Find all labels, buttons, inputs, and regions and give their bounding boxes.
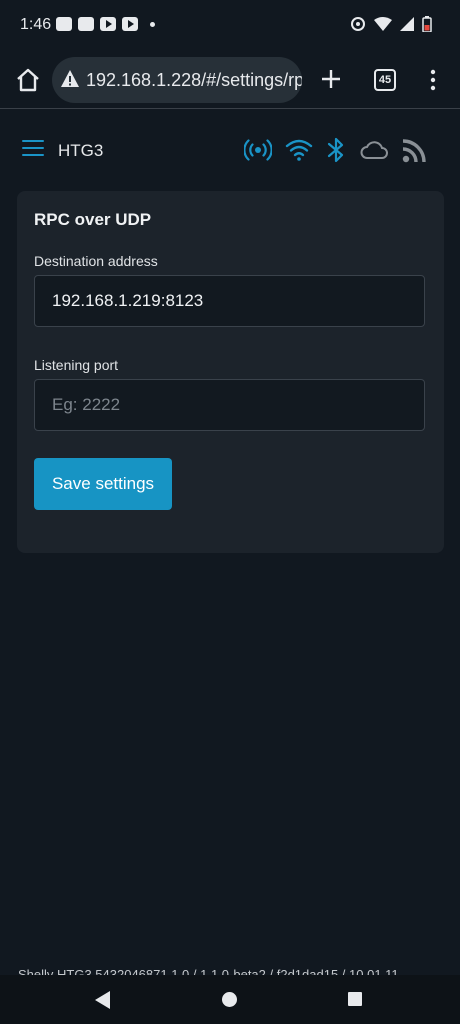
battery-low-icon: [422, 16, 432, 32]
broadcast-icon[interactable]: [244, 137, 272, 163]
cloud-icon[interactable]: [359, 139, 389, 161]
wifi-icon: [374, 17, 392, 31]
home-icon[interactable]: [14, 66, 42, 94]
rpc-udp-settings-card: RPC over UDP Destination address Listeni…: [17, 191, 444, 553]
app-header: HTG3: [0, 108, 460, 192]
voicemail-icon: [78, 17, 94, 31]
recent-apps-icon[interactable]: [348, 992, 362, 1006]
system-navigation-bar: [0, 975, 460, 1024]
youtube-icon: [122, 17, 138, 31]
hotspot-icon: [351, 17, 365, 31]
connection-status-icons: [244, 136, 428, 164]
notification-icons: [56, 17, 155, 31]
listening-port-input[interactable]: [34, 379, 425, 431]
home-nav-icon[interactable]: [222, 992, 237, 1007]
destination-address-label: Destination address: [34, 253, 158, 269]
tab-switcher-button[interactable]: 45: [374, 69, 396, 91]
warning-icon[interactable]: [60, 69, 80, 89]
listening-port-label: Listening port: [34, 357, 119, 373]
destination-address-input[interactable]: [34, 275, 425, 327]
address-bar[interactable]: 192.168.1.228/#/settings/rpc-udp: [52, 57, 302, 103]
more-options-icon[interactable]: [426, 68, 440, 92]
signal-icon: [400, 17, 414, 31]
bluetooth-icon[interactable]: [326, 136, 346, 164]
wifi-icon[interactable]: [285, 138, 313, 162]
status-bar: 1:46: [0, 0, 460, 52]
back-icon[interactable]: [95, 991, 111, 1009]
card-title: RPC over UDP: [34, 210, 152, 229]
tab-count: 45: [378, 74, 392, 86]
save-settings-button[interactable]: Save settings: [34, 458, 172, 510]
status-time: 1:46: [20, 16, 52, 33]
plus-icon[interactable]: [318, 66, 344, 92]
youtube-icon: [100, 17, 116, 31]
url-text[interactable]: 192.168.1.228/#/settings/rpc-udp: [86, 70, 302, 91]
rss-icon[interactable]: [402, 137, 428, 163]
device-title: HTG3: [58, 141, 104, 160]
browser-toolbar: 192.168.1.228/#/settings/rpc-udp 45: [0, 52, 460, 109]
menu-icon[interactable]: [22, 140, 46, 158]
dot-icon: [150, 21, 155, 27]
system-icons: [350, 16, 432, 32]
message-icon: [56, 17, 72, 31]
footer-version-text: Shelly HTG3 5432046871 1.0 / 1.1.0-beta2…: [18, 967, 399, 975]
